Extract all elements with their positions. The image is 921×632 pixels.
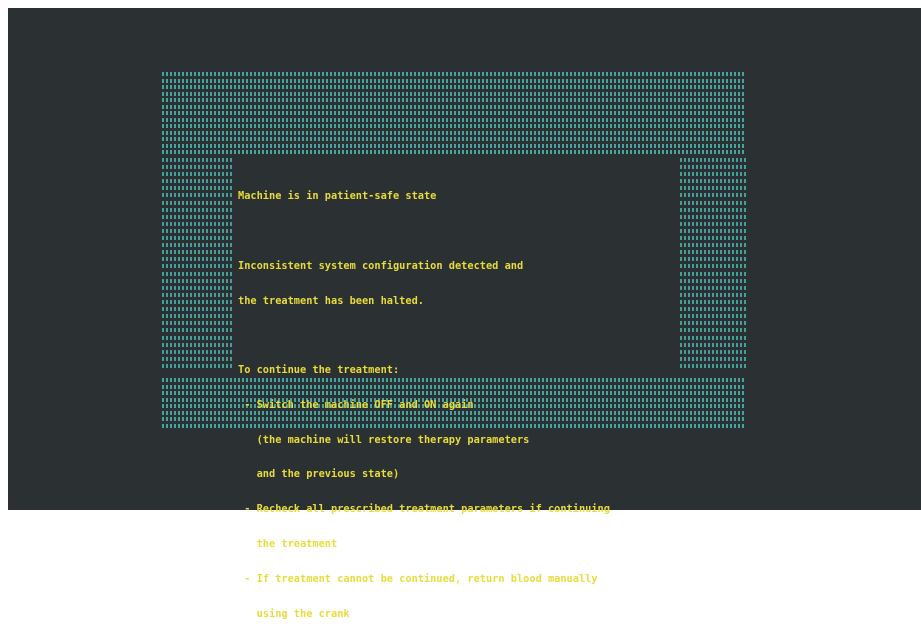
instruction-line: the treatment xyxy=(238,538,338,550)
dither-row xyxy=(162,336,232,340)
dither-row xyxy=(162,92,746,96)
dither-row xyxy=(680,350,746,354)
instruction-line: (the machine will restore therapy parame… xyxy=(238,433,530,446)
dither-row xyxy=(162,105,746,109)
dither-row xyxy=(680,357,746,361)
dither-row xyxy=(680,193,746,197)
dither-row xyxy=(680,286,746,290)
dither-row xyxy=(162,300,232,304)
dither-row xyxy=(162,201,232,205)
dither-row xyxy=(680,307,746,311)
dither-row xyxy=(162,79,746,83)
dither-row xyxy=(162,236,232,240)
dither-row xyxy=(162,165,232,169)
dither-row xyxy=(680,158,746,162)
dither-row xyxy=(680,336,746,340)
dither-row xyxy=(680,264,746,268)
dither-row xyxy=(680,215,746,219)
dither-row xyxy=(162,124,746,128)
dither-row xyxy=(680,229,746,233)
dither-row xyxy=(680,250,746,254)
instruction-line: - Switch the machine OFF and ON again xyxy=(238,398,474,411)
description-line: Inconsistent system configuration detect… xyxy=(238,259,524,272)
dither-row xyxy=(162,279,232,283)
dither-row xyxy=(680,165,746,169)
dither-row xyxy=(162,85,746,89)
dither-row xyxy=(162,131,746,135)
dither-row xyxy=(162,215,232,219)
dither-row xyxy=(162,257,232,261)
dither-row xyxy=(162,208,232,212)
dither-row xyxy=(162,272,232,276)
dither-row xyxy=(162,172,232,176)
dither-row xyxy=(162,250,232,254)
dither-row xyxy=(680,222,746,226)
dither-row xyxy=(162,364,232,368)
dither-row xyxy=(680,179,746,183)
dither-row xyxy=(680,236,746,240)
dither-row xyxy=(162,264,232,268)
dither-row xyxy=(680,208,746,212)
instruction-line: and the previous state) xyxy=(238,468,400,481)
dither-row xyxy=(162,118,746,122)
instructions-heading: To continue the treatment: xyxy=(238,364,400,377)
dither-row xyxy=(680,343,746,347)
dither-row xyxy=(680,314,746,318)
dither-row xyxy=(162,343,232,347)
dither-row xyxy=(680,257,746,261)
dither-row xyxy=(680,201,746,205)
dither-row xyxy=(162,243,232,247)
instruction-line: - Recheck all prescribed treatment param… xyxy=(238,503,610,516)
dither-row xyxy=(680,293,746,297)
dither-row xyxy=(162,144,746,148)
dither-row xyxy=(162,193,232,197)
dither-row xyxy=(680,328,746,332)
dither-row xyxy=(162,229,232,233)
dither-row xyxy=(162,321,232,325)
dither-row xyxy=(162,98,746,102)
dither-row xyxy=(680,272,746,276)
safe-state-message: Machine is in patient-safe state Inconsi… xyxy=(238,168,678,632)
instruction-line: using the crank xyxy=(238,607,350,620)
dither-row xyxy=(680,172,746,176)
dither-row xyxy=(162,72,746,76)
dither-row xyxy=(162,357,232,361)
dither-row xyxy=(162,150,746,154)
dither-row xyxy=(162,158,232,162)
dither-row xyxy=(162,293,232,297)
dither-row xyxy=(162,350,232,354)
dither-row xyxy=(162,328,232,332)
dither-row xyxy=(680,364,746,368)
dither-row xyxy=(162,179,232,183)
dither-row xyxy=(162,186,232,190)
dither-row xyxy=(162,286,232,290)
instruction-line: - If treatment cannot be continued, retu… xyxy=(238,572,598,585)
dither-row xyxy=(162,307,232,311)
dither-row xyxy=(162,222,232,226)
dither-row xyxy=(162,111,746,115)
dither-row xyxy=(162,137,746,141)
dither-row xyxy=(680,279,746,283)
description-line: the treatment has been halted. xyxy=(238,294,424,307)
dither-row xyxy=(680,321,746,325)
dither-row xyxy=(680,243,746,247)
dither-row xyxy=(680,186,746,190)
message-title: Machine is in patient-safe state xyxy=(238,190,437,203)
dither-row xyxy=(680,300,746,304)
dither-row xyxy=(162,314,232,318)
